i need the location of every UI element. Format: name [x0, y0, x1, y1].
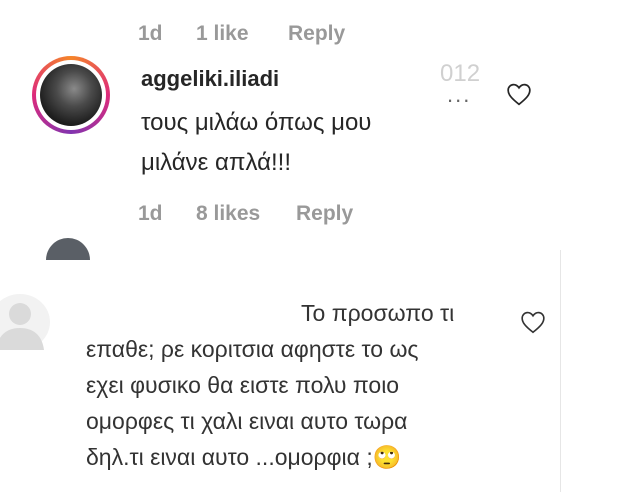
comment-time: 1d: [138, 202, 163, 225]
comment-meta-row: 1d 8 likes Reply: [138, 202, 353, 226]
comment-line: Το προσωπο τι: [301, 300, 455, 326]
more-options-icon[interactable]: ...: [447, 82, 471, 108]
comment-time: 1d: [138, 22, 163, 45]
reply-button[interactable]: Reply: [296, 202, 353, 226]
likes-count-button[interactable]: 8 likes: [196, 202, 296, 226]
avatar[interactable]: [46, 238, 90, 260]
heart-outline-icon[interactable]: [520, 310, 546, 334]
comment-username[interactable]: aggeliki.iliadi: [141, 66, 279, 92]
avatar-story-ring[interactable]: [32, 56, 110, 134]
divider: [560, 250, 561, 492]
comment-line: επαθε; ρε κοριτσια αφηστε το ως: [86, 336, 419, 362]
comment-meta-row: 1d 1 like Reply: [138, 22, 345, 46]
comment-text: Το προσωπο τι επαθε; ρε κοριτσια αφηστε …: [86, 295, 496, 475]
comment-line: εχει φυσικο θα ειστε πολυ ποιο: [86, 372, 400, 398]
default-avatar-icon: [0, 294, 50, 350]
comment-text: τους μιλάω όπως μου μιλάνε απλά!!!: [141, 109, 372, 176]
comment-line: ομορφες τι χαλι ειναι αυτο τωρα: [86, 408, 408, 434]
heart-outline-icon[interactable]: [506, 82, 532, 106]
avatar-border: [36, 60, 106, 130]
avatar: [40, 64, 102, 126]
comment-line: δηλ.τι ειναι αυτο ...ομορφια ;🙄: [86, 444, 402, 470]
likes-count-button[interactable]: 1 like: [196, 22, 288, 46]
reply-button[interactable]: Reply: [288, 22, 345, 46]
